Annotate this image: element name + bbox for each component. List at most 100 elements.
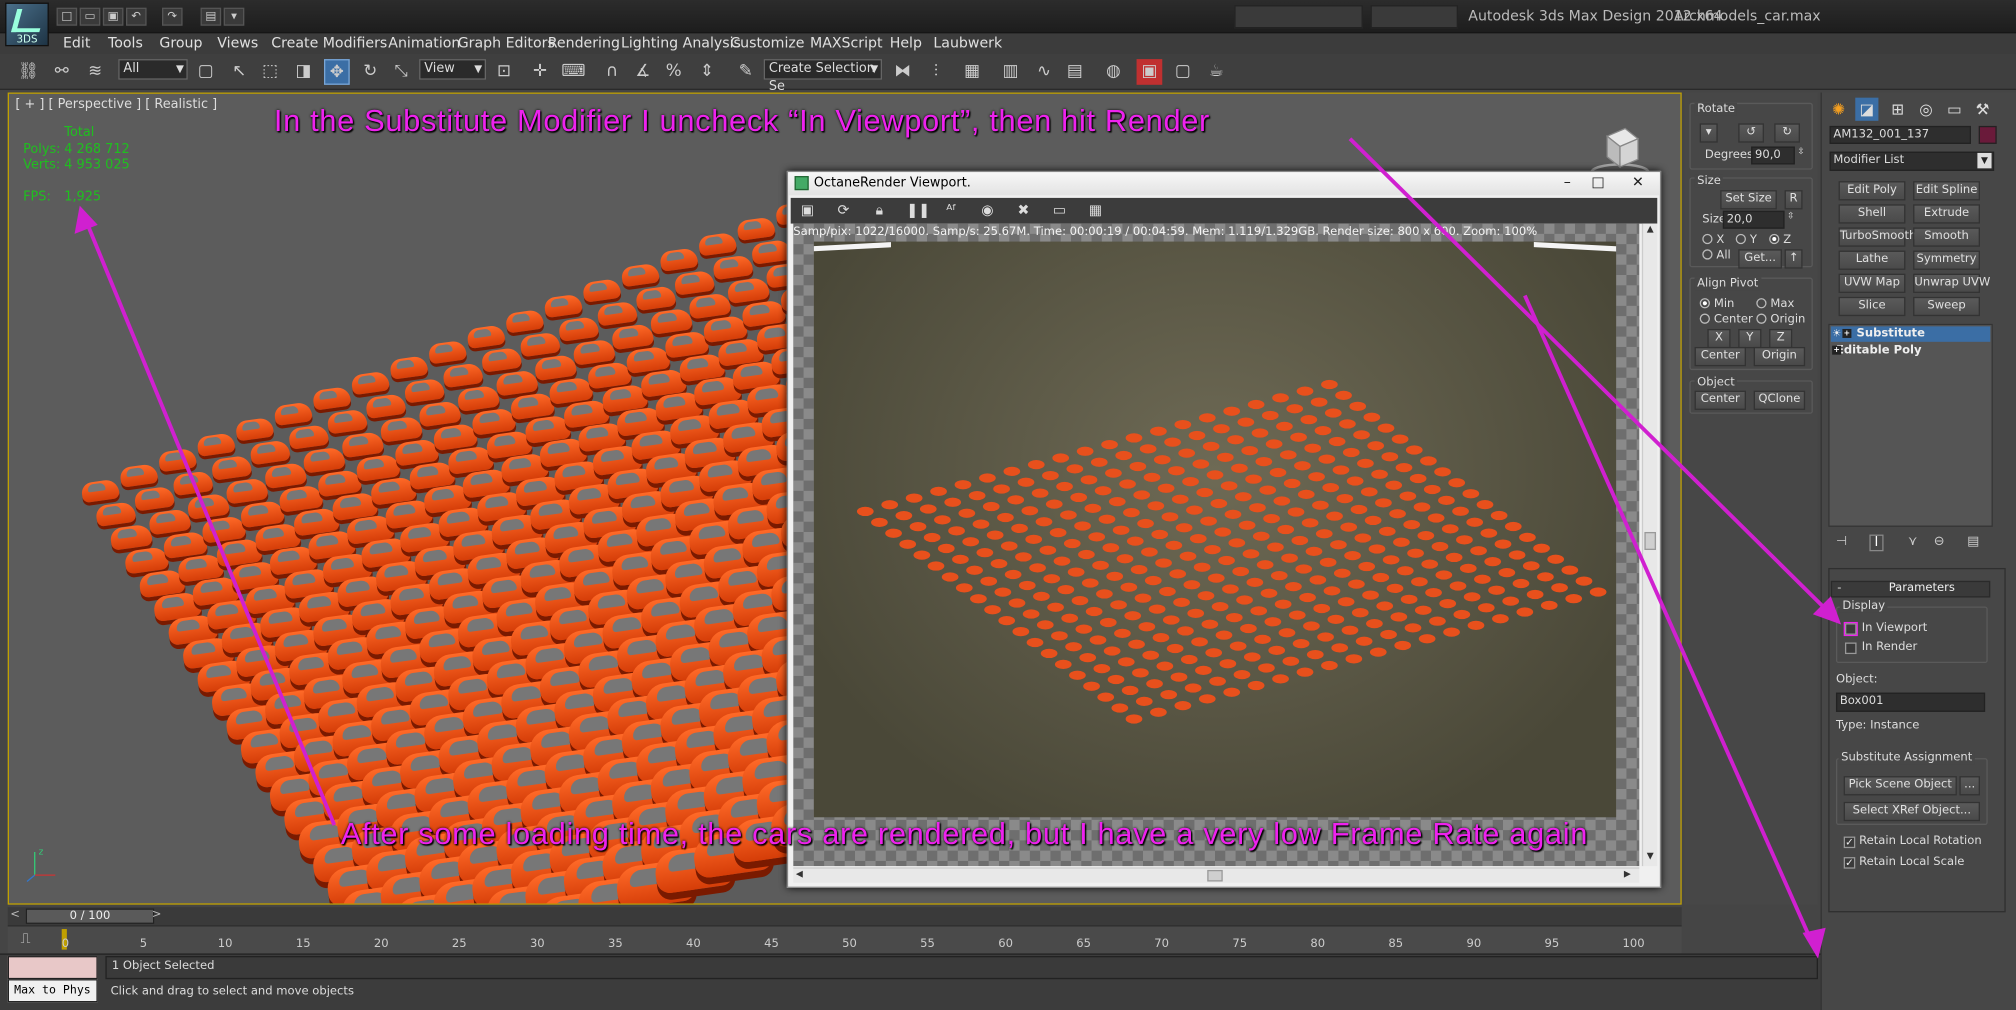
- octane-vertical-scrollbar[interactable]: ▲ ▼: [1641, 223, 1658, 867]
- up-arrow-icon[interactable]: ↑: [1784, 249, 1803, 269]
- pivot-y-button[interactable]: Y: [1738, 328, 1762, 349]
- utilities-tab-icon[interactable]: ⚒: [1971, 98, 1994, 121]
- selection-region-icon[interactable]: ⬚: [257, 59, 283, 85]
- modify-tab-icon[interactable]: ◪: [1855, 97, 1879, 121]
- pivot-z-button[interactable]: Z: [1769, 328, 1793, 349]
- spinner-arrows-icon[interactable]: ⇳: [1787, 211, 1795, 221]
- rotate-cw-icon[interactable]: ↻: [1774, 123, 1800, 143]
- select-scale-icon[interactable]: ⤡: [388, 59, 414, 85]
- pivot-center-button[interactable]: Center: [1694, 346, 1746, 367]
- spinner-snap-icon[interactable]: ⇕: [694, 59, 720, 85]
- object-field[interactable]: Box001: [1835, 692, 1986, 712]
- menu-modifiers[interactable]: Modifiers: [323, 35, 388, 52]
- display-tab-icon[interactable]: ▭: [1943, 98, 1966, 121]
- scroll-thumb[interactable]: [1644, 531, 1656, 550]
- time-slider[interactable]: < 0 / 100 >: [7, 907, 1682, 926]
- track-bar[interactable]: ⎍ 0 5 10 15 20 25 30 35 40 45 50 55 60 65 70 75 80 85 90 95…: [7, 925, 1682, 954]
- pivot-center-radio[interactable]: Center: [1699, 313, 1753, 326]
- object-color-swatch[interactable]: [1978, 125, 1997, 144]
- rendered-frame-window-icon[interactable]: ▢: [1170, 59, 1196, 85]
- show-end-result-icon[interactable]: Ⅰ: [1869, 534, 1884, 552]
- octane-horizontal-scrollbar[interactable]: ◀ ▶: [793, 867, 1640, 883]
- menu-graph-editors[interactable]: Graph Editors: [458, 35, 555, 52]
- material-editor-icon[interactable]: ◍: [1101, 59, 1127, 85]
- selection-filter-dropdown[interactable]: All ▼: [118, 59, 188, 80]
- window-crossing-icon[interactable]: ◨: [291, 59, 317, 85]
- rotate-dropdown[interactable]: ▾: [1699, 123, 1718, 143]
- reference-coordinate-dropdown[interactable]: View ▼: [419, 59, 486, 80]
- mod-shell-button[interactable]: Shell: [1838, 204, 1906, 224]
- lightbulb-icon[interactable]: ☀: [1832, 326, 1841, 341]
- restart-render-icon[interactable]: ⟳: [834, 202, 852, 220]
- stop-render-icon[interactable]: ✖: [1014, 202, 1032, 220]
- select-move-icon[interactable]: ✥: [323, 59, 350, 85]
- layer-manager-icon[interactable]: ▦: [959, 59, 985, 85]
- mod-symmetry-button[interactable]: Symmetry: [1913, 250, 1980, 270]
- modifier-stack[interactable]: ☀ + Substitute + Editable Poly: [1828, 323, 1993, 527]
- next-frame-icon[interactable]: >: [152, 908, 162, 921]
- dropdown-icon[interactable]: ▾: [223, 7, 245, 26]
- motion-tab-icon[interactable]: ◎: [1914, 98, 1937, 121]
- align-icon[interactable]: ⫶: [923, 59, 949, 85]
- pivot-x-button[interactable]: X: [1707, 328, 1731, 349]
- minimize-icon[interactable]: –: [1552, 172, 1583, 193]
- select-rotate-icon[interactable]: ↻: [357, 59, 383, 85]
- mod-sweep-button[interactable]: Sweep: [1913, 296, 1980, 317]
- object-name-field[interactable]: AM132_001_137: [1829, 125, 1971, 144]
- in-render-checkbox[interactable]: [1844, 642, 1857, 655]
- parameters-header[interactable]: - Parameters: [1830, 580, 1991, 598]
- settings-icon[interactable]: ▦: [1086, 202, 1104, 220]
- size-input[interactable]: 20,0: [1722, 210, 1785, 229]
- pin-stack-icon[interactable]: ⊣: [1836, 535, 1847, 549]
- hierarchy-tab-icon[interactable]: ⊞: [1886, 98, 1909, 121]
- menu-tools[interactable]: Tools: [108, 35, 143, 52]
- menu-laubwerk[interactable]: Laubwerk: [933, 35, 1002, 52]
- configure-sets-icon[interactable]: ▤: [1967, 535, 1979, 549]
- prev-frame-icon[interactable]: <: [10, 908, 20, 921]
- curve-editor-icon[interactable]: ∿: [1031, 59, 1057, 85]
- pick-scene-object-button[interactable]: Pick Scene Object: [1843, 776, 1957, 796]
- maxscript-listener-input[interactable]: Max to Phys: [7, 979, 98, 1003]
- maxscript-listener-output[interactable]: [7, 956, 98, 980]
- maximize-icon[interactable]: □: [1583, 172, 1614, 193]
- open-file-icon[interactable]: ▭: [79, 7, 101, 26]
- select-object-icon[interactable]: ▢: [193, 59, 219, 85]
- graphite-ribbon-icon[interactable]: ▥: [998, 59, 1024, 85]
- menu-customize[interactable]: Customize: [730, 35, 804, 52]
- mod-unwrap-uvw-button[interactable]: Unwrap UVW: [1913, 273, 1990, 293]
- scroll-up-icon[interactable]: ▲: [1644, 224, 1656, 237]
- search-field[interactable]: [1234, 5, 1363, 29]
- bind-space-warp-icon[interactable]: ≋: [82, 59, 108, 85]
- mod-extrude-button[interactable]: Extrude: [1913, 204, 1980, 224]
- spinner-arrows-icon[interactable]: ⇳: [1797, 146, 1805, 156]
- axis-y-radio[interactable]: Y: [1735, 233, 1757, 247]
- menu-rendering[interactable]: Rendering: [548, 35, 620, 52]
- mod-lathe-button[interactable]: Lathe: [1838, 250, 1906, 270]
- named-selection-dropdown[interactable]: Create Selection Se ▼: [763, 59, 882, 94]
- retain-scale-checkbox[interactable]: ✓: [1843, 857, 1856, 869]
- link-icon[interactable]: ⛓: [15, 59, 41, 85]
- octane-render-area[interactable]: [793, 223, 1640, 867]
- undo-icon[interactable]: ↶: [125, 7, 147, 26]
- pivot-origin-button[interactable]: Origin: [1753, 346, 1806, 367]
- pause-icon[interactable]: ❚❚: [906, 202, 930, 220]
- menu-lighting-analysis[interactable]: Lighting Analysis: [621, 35, 741, 52]
- snaps-toggle-icon[interactable]: ∩: [599, 59, 625, 85]
- render-setup-icon[interactable]: ▣: [1136, 59, 1163, 85]
- menu-edit[interactable]: Edit: [63, 35, 90, 52]
- r-button[interactable]: R: [1784, 190, 1803, 210]
- mod-edit-poly-button[interactable]: Edit Poly: [1838, 181, 1906, 201]
- mirror-icon[interactable]: ⧓: [890, 59, 916, 85]
- get-button[interactable]: Get...: [1738, 249, 1782, 269]
- viewport-label[interactable]: [ + ] [ Perspective ] [ Realistic ]: [15, 98, 217, 112]
- schematic-view-icon[interactable]: ▤: [1062, 59, 1088, 85]
- edit-named-selection-icon[interactable]: ✎: [733, 59, 759, 85]
- redo-icon[interactable]: ↷: [161, 7, 183, 26]
- select-by-name-icon[interactable]: ↖: [226, 59, 252, 85]
- menu-group[interactable]: Group: [159, 35, 202, 52]
- menu-maxscript[interactable]: MAXScript: [810, 35, 883, 52]
- set-size-button[interactable]: Set Size: [1720, 190, 1777, 210]
- degrees-input[interactable]: 90,0: [1751, 146, 1795, 165]
- angle-snap-icon[interactable]: ∡: [630, 59, 656, 85]
- project-folder-icon[interactable]: ▤: [200, 7, 222, 26]
